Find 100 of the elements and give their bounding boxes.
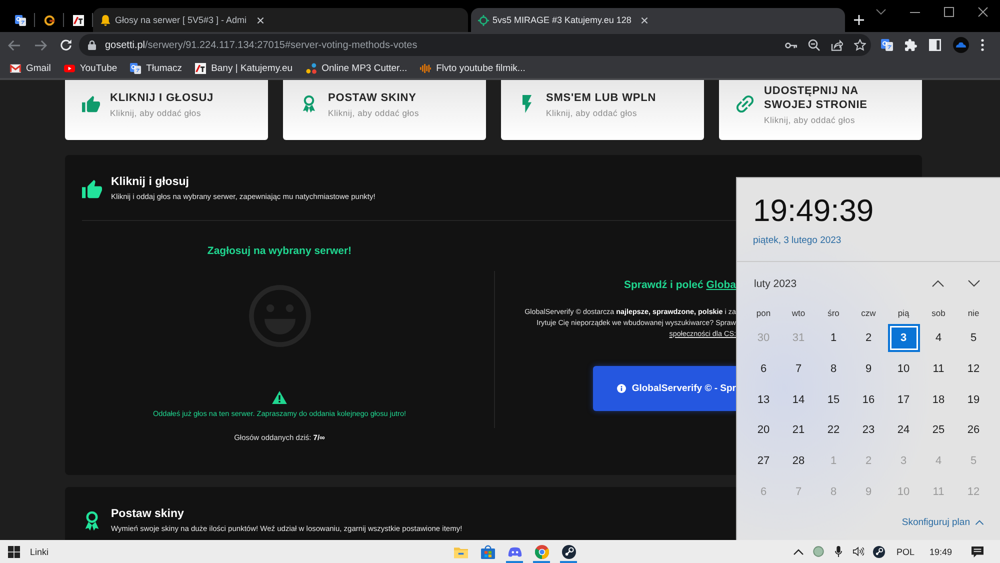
calendar-day[interactable]: 7 [782,355,814,384]
url-text: gosetti.pl/serwery/91.224.117.134:27015#server-voting-methods-votes [105,40,418,50]
calendar-day[interactable]: 8 [818,355,850,384]
back-arrow-icon[interactable] [8,40,21,50]
avatar-icon[interactable] [953,37,969,53]
reload-icon[interactable] [60,39,72,51]
card-title: POSTAW SKINY [328,90,418,104]
close-icon[interactable] [641,16,648,24]
calendar-day[interactable]: 12 [958,355,990,384]
calendar-day[interactable]: 17 [888,386,920,414]
browser-tab[interactable]: Głosy na serwer [ 5V5#3 ] - Admi [93,8,468,32]
chevron-up-icon[interactable] [932,280,944,287]
weekday-label: śro [826,308,840,318]
calendar-day[interactable]: 23 [852,416,884,444]
notification-icon[interactable] [971,546,984,558]
calendar-day[interactable]: 10 [888,355,920,384]
language-indicator[interactable]: POL [896,546,914,556]
card-subtitle: Kliknij, aby oddać głos [328,108,420,118]
link-icon [736,95,754,113]
store-icon [480,544,494,558]
method-card[interactable]: UDOSTĘPNIJ NA SWOJEJ STRONIE Kliknij, aby oddać głos [719,80,922,140]
grid-icon[interactable] [8,546,20,558]
bookmark[interactable]: Tłumacz [130,62,182,74]
calendar-day[interactable]: 18 [922,386,954,414]
translate-icon [130,62,142,74]
configure-link[interactable]: Skonfiguruj plan [902,517,984,528]
close-icon[interactable] [256,16,264,24]
share-icon[interactable] [831,39,843,51]
menu-icon[interactable] [981,39,984,51]
calendar-day[interactable]: 14 [782,386,814,414]
bookmark[interactable]: Online MP3 Cutter... [306,62,408,74]
card-title: SMS'EM LUB WPLN [546,90,656,104]
calendar-day[interactable]: 22 [818,416,850,444]
calendar-day[interactable]: 25 [922,416,954,444]
bookmark[interactable]: Bany | Katujemy.eu [195,62,293,74]
calendar-day[interactable]: 21 [782,416,814,444]
side-panel-icon[interactable] [929,39,941,51]
calendar-day[interactable]: 27 [748,447,780,476]
plus-icon[interactable] [854,15,864,25]
piston-icon [873,546,886,558]
calendar-day[interactable]: 15 [818,386,850,414]
browser-tab[interactable]: 5vs5 MIRAGE #3 Katujemy.eu 128 [470,8,845,32]
calendar-day[interactable]: 3 [888,324,920,352]
calendar-day[interactable]: 11 [922,355,954,384]
clock-time: 19:49:39 [753,195,874,227]
calendar-day[interactable]: 5 [958,324,990,352]
calendar-day[interactable]: 16 [852,386,884,414]
status-circle-icon[interactable] [813,546,824,557]
calendar-day[interactable]: 20 [748,416,780,444]
month-label: luty 2023 [754,278,797,290]
weekday-label: czw [860,308,877,318]
ring-logo-icon [44,14,54,26]
speaker-icon[interactable] [853,546,864,557]
calendar-day[interactable]: 26 [958,416,990,444]
card-subtitle: Kliknij, aby oddać głos [110,108,202,118]
taskbar-clock[interactable]: 19:49 [929,546,952,556]
calendar-day[interactable]: 28 [782,447,814,476]
method-card[interactable]: POSTAW SKINY Kliknij, aby oddać głos [283,80,486,140]
forward-arrow-icon[interactable] [34,40,47,50]
calendar-day[interactable]: 6 [748,355,780,384]
puzzle-icon[interactable] [905,39,917,51]
chevron-up-icon[interactable] [793,548,804,554]
chevron-down-icon[interactable] [968,280,980,287]
calendar-day[interactable]: 1 [818,324,850,352]
bookmark[interactable]: Gmail [10,62,51,74]
key-icon[interactable] [785,42,797,48]
address-bar[interactable]: gosetti.pl/serwery/91.224.117.134:27015#server-voting-methods-votes [79,34,871,56]
thumbs-up-icon [82,95,100,113]
close-icon[interactable] [978,7,988,17]
calendar-day[interactable]: 2 [852,324,884,352]
toolbar-label[interactable]: Linki [30,546,49,556]
calendar-day[interactable]: 13 [748,386,780,414]
maximize-icon[interactable] [944,7,954,17]
method-card[interactable]: KLIKNIJ I GŁOSUJ Kliknij, aby oddać głos [65,80,268,140]
promo-link[interactable]: Globa [706,278,736,290]
calendar-day[interactable]: 9 [852,355,884,384]
star-icon[interactable] [854,39,866,51]
zoom-out-icon[interactable] [808,39,820,51]
translate-icon [14,14,26,26]
card-subtitle: Kliknij, aby oddać głos [764,114,856,124]
calendar-day[interactable]: 19 [958,386,990,414]
controller-icon [508,544,522,558]
vote-heading: Zagłosuj na wybrany serwer! [207,245,352,258]
chevron-down-icon[interactable] [876,9,886,15]
mail-icon [10,62,21,74]
logo-icon [195,62,206,74]
card-title: KLIKNIJ I GŁOSUJ [110,90,214,104]
bookmark[interactable]: Flvto youtube filmik... [420,62,526,74]
bell-icon [100,14,111,26]
section-title: Kliknij i głosuj [111,176,190,189]
bookmark[interactable]: YouTube [64,62,118,74]
method-card[interactable]: SMS'EM LUB WPLN Kliknij, aby oddać głos [501,80,704,140]
warning-icon [272,391,287,404]
lock-icon [88,40,96,50]
calendar-day[interactable]: 4 [922,324,954,352]
weekday-label: nie [966,308,980,318]
calendar-day[interactable]: 24 [888,416,920,444]
microphone-icon[interactable] [833,546,844,557]
promo-button[interactable]: GlobalServerify © - Spr [592,366,736,410]
date-link[interactable]: piątek, 3 lutego 2023 [753,235,842,246]
